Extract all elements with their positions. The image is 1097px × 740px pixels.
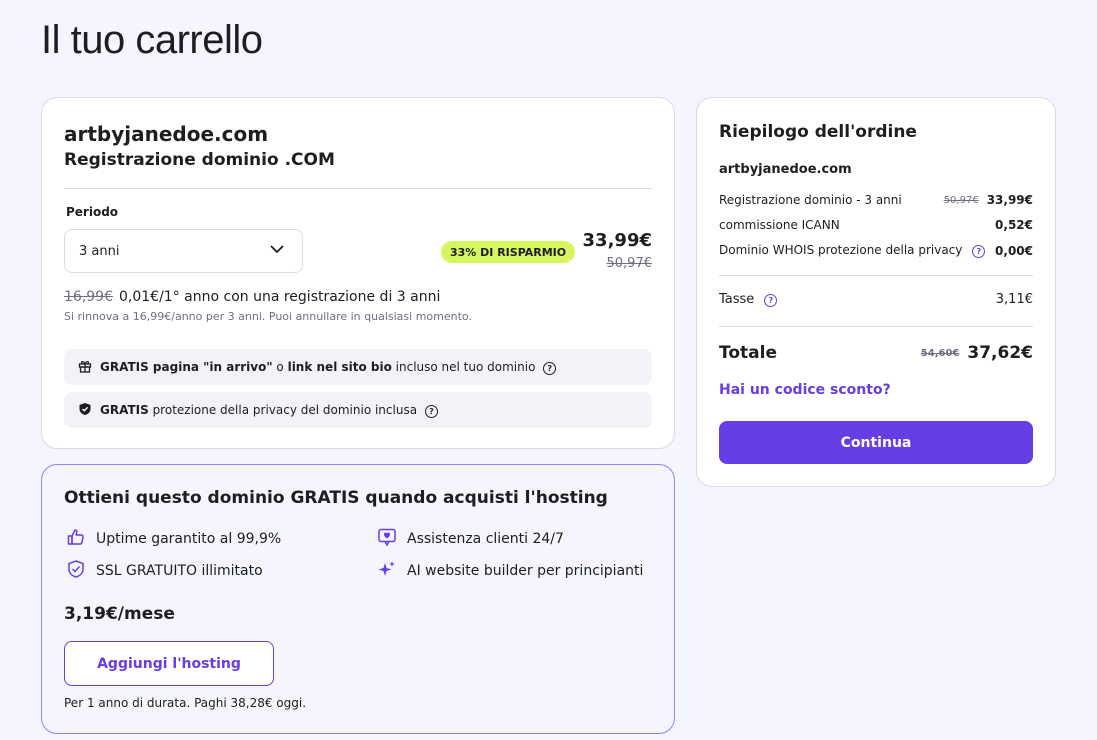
perk-text: o — [272, 359, 288, 374]
period-value: 3 anni — [79, 243, 120, 259]
perk-text: link nel sito bio — [287, 359, 392, 374]
shield-icon — [78, 402, 92, 419]
divider — [64, 188, 652, 189]
divider — [719, 326, 1033, 327]
perk-gratis: GRATIS — [100, 402, 149, 417]
order-summary-card: Riepilogo dell'ordine artbyjanedoe.com R… — [696, 97, 1056, 487]
promo-line: 16,99€ 0,01€/1° anno con una registrazion… — [64, 289, 440, 305]
domain-product: Registrazione dominio .COM — [64, 150, 335, 170]
hosting-price: 3,19€/mese — [64, 604, 175, 624]
gift-icon — [78, 359, 92, 376]
perk-coming-soon: GRATIS pagina "in arrivo" o link nel sit… — [64, 349, 652, 385]
page-title: Il tuo carrello — [41, 18, 263, 62]
summary-title: Riepilogo dell'ordine — [719, 122, 917, 142]
row-old-price: 50,97€ — [943, 194, 979, 206]
coupon-link[interactable]: Hai un codice sconto? — [719, 382, 891, 398]
summary-row: Registrazione dominio - 3 anni 50,97€ 33,… — [719, 193, 1033, 207]
tax-value: 3,11€ — [995, 292, 1033, 307]
total-row: Totale 54,60€ 37,62€ — [719, 343, 1033, 363]
perk-text: protezione della privacy del dominio inc… — [148, 402, 418, 417]
total-value: 37,62€ — [967, 343, 1033, 363]
total-old-price: 54,60€ — [920, 347, 960, 359]
hosting-upsell-card: Ottieni questo dominio GRATIS quando acq… — [41, 464, 675, 734]
row-label: Registrazione dominio - 3 anni — [719, 193, 902, 207]
summary-row: Dominio WHOIS protezione della privacy? … — [719, 243, 1033, 258]
hosting-title: Ottieni questo dominio GRATIS quando acq… — [64, 488, 608, 508]
summary-domain: artbyjanedoe.com — [719, 162, 852, 177]
help-icon[interactable]: ? — [764, 294, 778, 307]
row-label: commissione ICANN — [719, 218, 840, 232]
perk-text: incluso nel tuo dominio — [391, 359, 536, 374]
divider — [719, 275, 1033, 276]
feature-text: Assistenza clienti 24/7 — [407, 531, 564, 547]
chevron-down-icon — [268, 240, 286, 262]
renew-text: Si rinnova a 16,99€/anno per 3 anni. Puo… — [64, 310, 472, 323]
tax-row: Tasse? 3,11€ — [719, 292, 1033, 307]
help-icon[interactable]: ? — [972, 245, 986, 258]
domain-card: artbyjanedoe.com Registrazione dominio .… — [41, 97, 675, 449]
domain-name: artbyjanedoe.com — [64, 122, 269, 146]
hosting-note: Per 1 anno di durata. Paghi 38,28€ oggi. — [64, 696, 307, 710]
domain-price: 33,99€ — [582, 230, 652, 251]
promo-text: 0,01€/1° anno con una registrazione di 3… — [119, 289, 441, 305]
feature-text: AI website builder per principianti — [407, 563, 644, 579]
feature-item: SSL GRATUITO illimitato — [66, 559, 263, 583]
tax-label: Tasse — [719, 292, 755, 307]
row-value: 33,99€ — [986, 193, 1033, 207]
total-label: Totale — [719, 343, 777, 363]
feature-item: AI website builder per principianti — [377, 559, 643, 583]
help-icon[interactable]: ? — [424, 404, 438, 418]
add-hosting-button[interactable]: Aggiungi l'hosting — [64, 641, 274, 686]
period-select[interactable]: 3 anni — [64, 229, 303, 273]
perk-text: pagina "in arrivo" — [148, 359, 273, 374]
row-value: 0,00€ — [995, 243, 1033, 258]
continue-button[interactable]: Continua — [719, 421, 1033, 464]
row-label: Dominio WHOIS protezione della privacy — [719, 243, 963, 257]
feature-item: Assistenza clienti 24/7 — [377, 527, 564, 551]
domain-price-old: 50,97€ — [606, 256, 653, 271]
row-value: 0,52€ — [995, 218, 1033, 232]
thumbs-up-icon — [66, 527, 86, 551]
feature-text: Uptime garantito al 99,9% — [96, 531, 282, 547]
discount-badge: 33% DI RISPARMIO — [441, 241, 576, 263]
period-label: Periodo — [66, 205, 119, 219]
help-icon[interactable]: ? — [543, 361, 557, 375]
perk-gratis: GRATIS — [100, 359, 149, 374]
feature-item: Uptime garantito al 99,9% — [66, 527, 281, 551]
support-chat-icon — [377, 527, 397, 551]
feature-text: SSL GRATUITO illimitato — [96, 563, 263, 579]
shield-check-icon — [66, 559, 86, 583]
perk-privacy: GRATIS protezione della privacy del domi… — [64, 392, 652, 428]
sparkles-icon — [377, 559, 397, 583]
summary-row: commissione ICANN 0,52€ — [719, 218, 1033, 232]
promo-old-price: 16,99€ — [64, 289, 113, 305]
